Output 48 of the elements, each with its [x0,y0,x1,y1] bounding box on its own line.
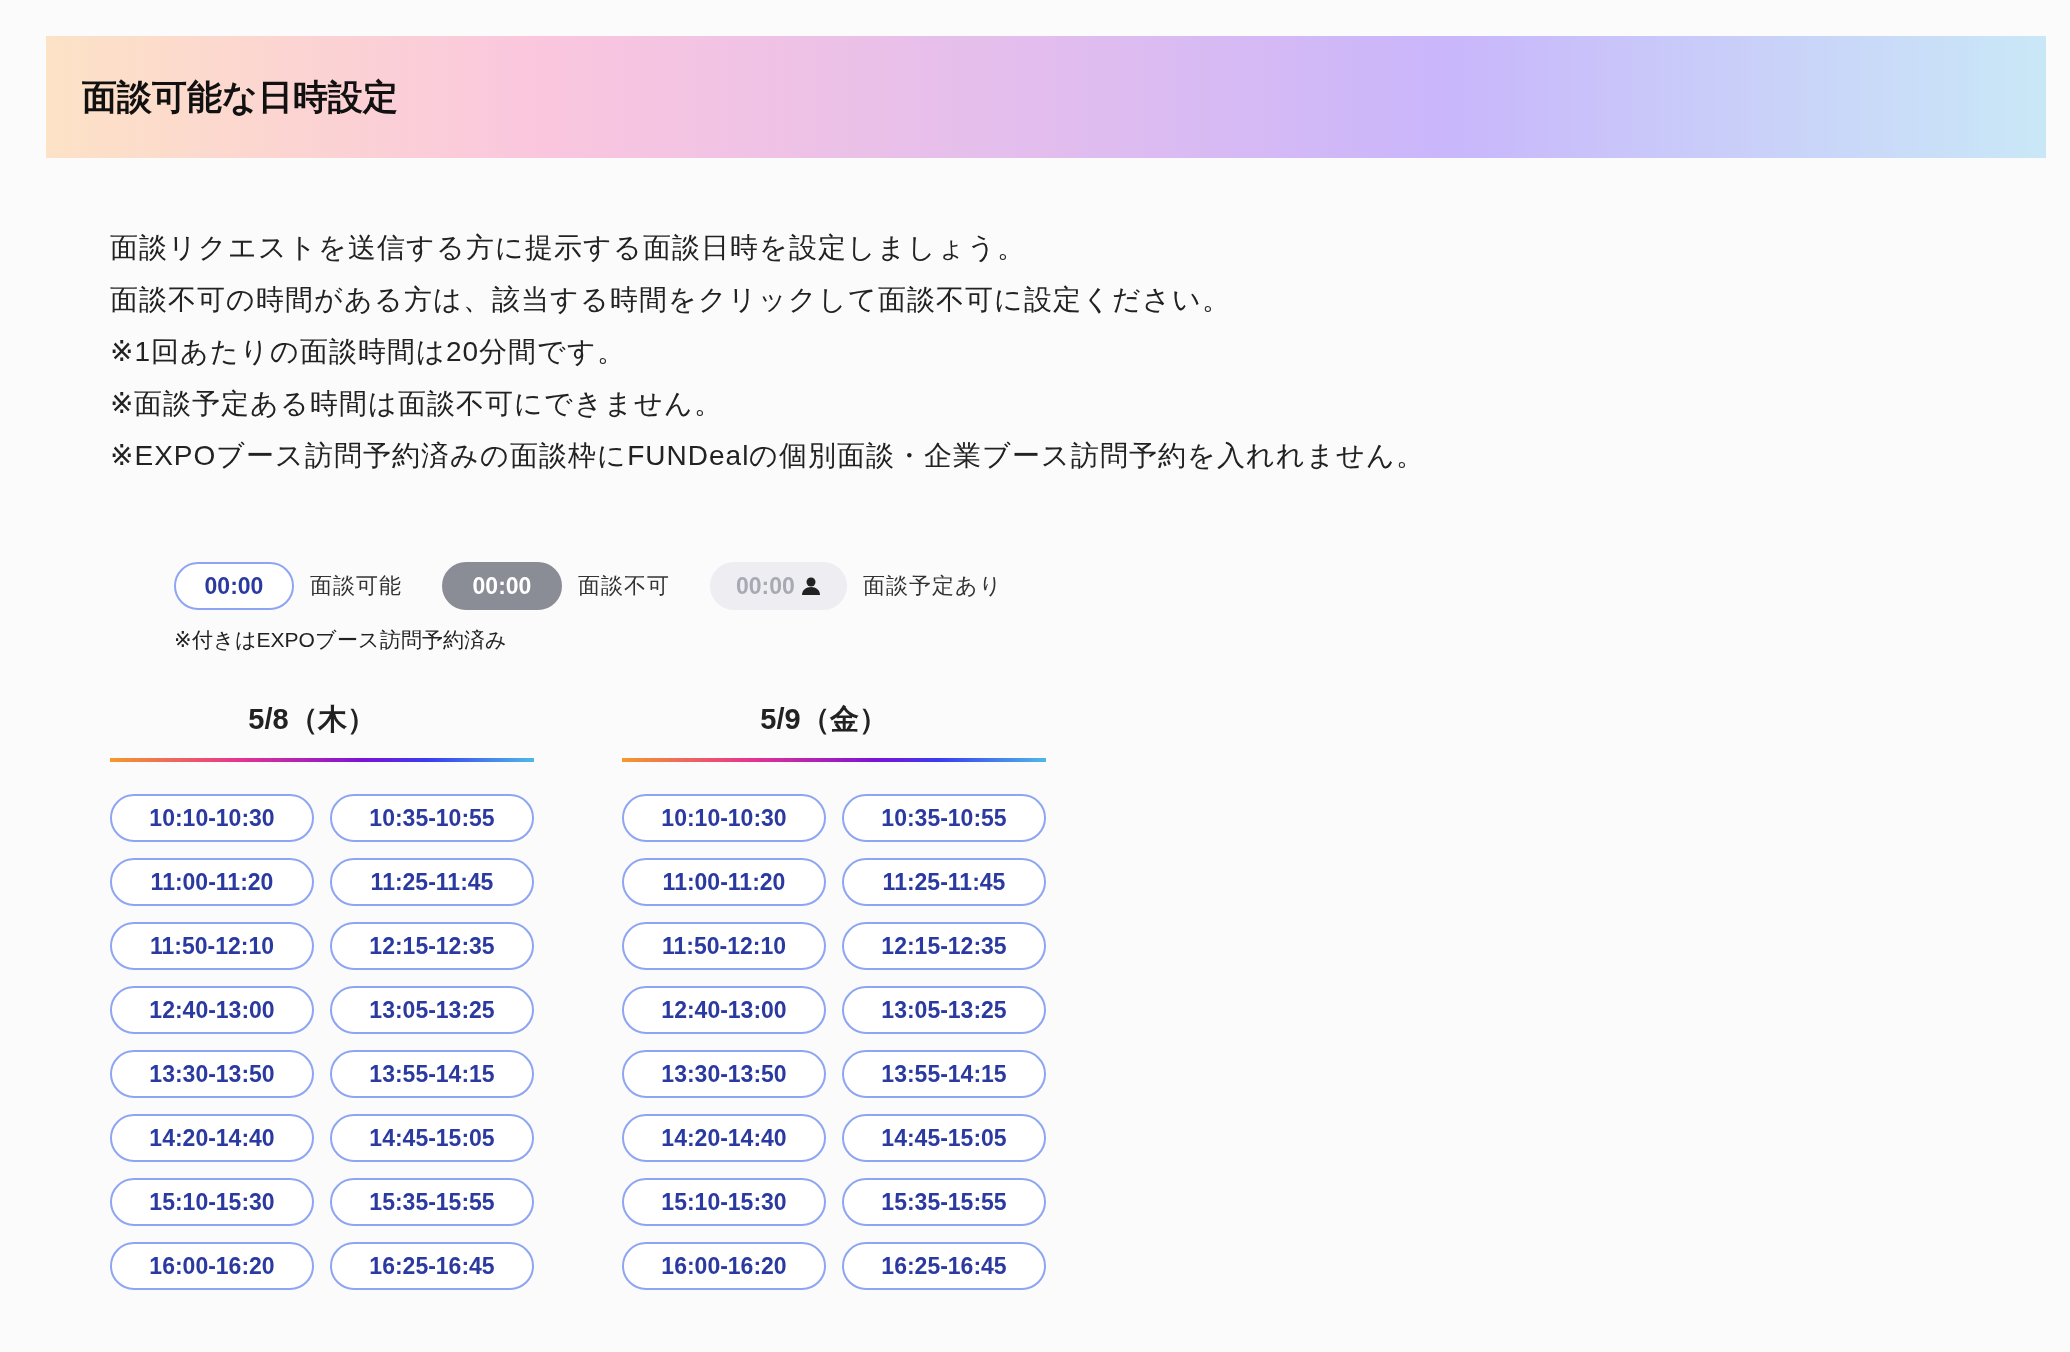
time-slot-button[interactable]: 13:05-13:25 [842,986,1046,1034]
time-slot-button[interactable]: 11:25-11:45 [330,858,534,906]
time-slot-button[interactable]: 16:25-16:45 [842,1242,1046,1290]
time-slot-button[interactable]: 14:45-15:05 [842,1114,1046,1162]
description-text: 面談不可の時間がある方は、該当する時間をクリックして面談不可に設定ください。 [110,283,1232,317]
day-heading: 5/9（金） [759,702,889,737]
legend-swatch: 00:00 [442,562,562,610]
person-icon [800,576,821,596]
legend-swatch: 00:00 [710,562,847,610]
time-slot-button[interactable]: 14:20-14:40 [110,1114,314,1162]
time-slot-button[interactable]: 12:15-12:35 [330,922,534,970]
time-slot-button[interactable]: 14:20-14:40 [622,1114,826,1162]
description-text: ※EXPOブース訪問予約済みの面談枠にFUNDealの個別面談・企業ブース訪問予約を入れれません。 [110,439,1427,473]
time-slot-button[interactable]: 10:35-10:55 [842,794,1046,842]
time-slot-button[interactable]: 13:55-14:15 [330,1050,534,1098]
time-slot-button[interactable]: 11:00-11:20 [622,858,826,906]
time-slot-button[interactable]: 12:40-13:00 [110,986,314,1034]
time-slot-button[interactable]: 16:00-16:20 [622,1242,826,1290]
time-slot-button[interactable]: 10:10-10:30 [622,794,826,842]
time-slot-button[interactable]: 13:55-14:15 [842,1050,1046,1098]
time-slot-button[interactable]: 13:05-13:25 [330,986,534,1034]
page-title: 面談可能な日時設定 [82,75,398,118]
description-text: ※1回あたりの面談時間は20分間です。 [110,335,628,369]
time-slot-button[interactable]: 14:45-15:05 [330,1114,534,1162]
time-slot-button[interactable]: 12:15-12:35 [842,922,1046,970]
description-text: ※面談予定ある時間は面談不可にできません。 [110,387,725,421]
time-slot-button[interactable]: 15:35-15:55 [330,1178,534,1226]
legend-swatch: 00:00 [174,562,294,610]
description-text: 面談リクエストを送信する方に提示する面談日時を設定しましょう。 [110,231,1027,265]
time-slot-button[interactable]: 11:50-12:10 [622,922,826,970]
time-slot-button[interactable]: 11:50-12:10 [110,922,314,970]
time-slot-button[interactable]: 15:35-15:55 [842,1178,1046,1226]
legend-note: ※付きはEXPOブース訪問予約済み [174,627,508,653]
time-slot-button[interactable]: 10:35-10:55 [330,794,534,842]
time-slot-button[interactable]: 12:40-13:00 [622,986,826,1034]
day-heading: 5/8（木） [247,702,377,737]
legend-label: 面談不可 [578,572,670,600]
time-slot-button[interactable]: 11:25-11:45 [842,858,1046,906]
time-slot-button[interactable]: 15:10-15:30 [110,1178,314,1226]
legend-label: 面談予定あり [862,572,1003,600]
time-slot-button[interactable]: 13:30-13:50 [110,1050,314,1098]
time-slot-button[interactable]: 11:00-11:20 [110,858,314,906]
time-slot-button[interactable]: 13:30-13:50 [622,1050,826,1098]
time-slot-button[interactable]: 16:00-16:20 [110,1242,314,1290]
time-slot-button[interactable]: 10:10-10:30 [110,794,314,842]
time-slot-button[interactable]: 16:25-16:45 [330,1242,534,1290]
legend-label: 面談可能 [310,572,402,600]
time-slot-button[interactable]: 15:10-15:30 [622,1178,826,1226]
